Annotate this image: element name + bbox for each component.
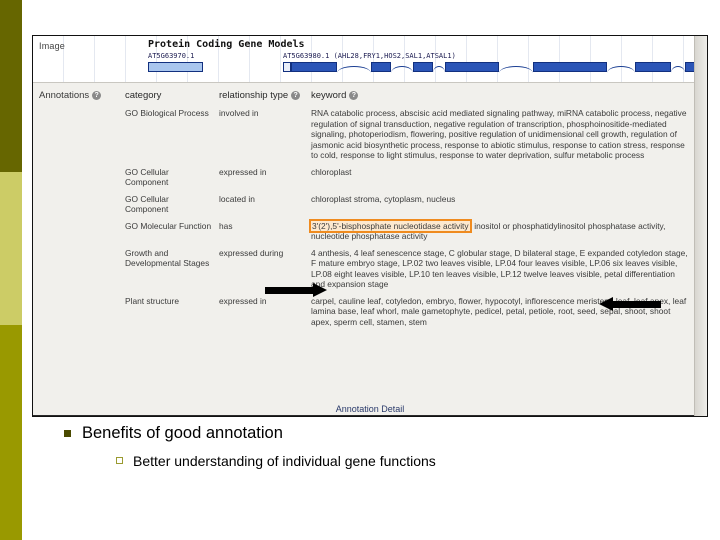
table-row: Growth and Developmental Stages expresse…	[125, 245, 695, 293]
cell-keyword[interactable]: chloroplast	[311, 164, 695, 191]
exon-block	[533, 62, 607, 72]
protein-coding-gene-models-title: Protein Coding Gene Models	[148, 39, 305, 50]
exon-block	[445, 62, 499, 72]
table-row: GO Biological Process involved in RNA ca…	[125, 105, 695, 164]
image-section-label: Image	[39, 41, 66, 51]
cell-category: Growth and Developmental Stages	[125, 247, 210, 269]
annotations-section-label: Annotations?	[39, 90, 102, 101]
annotations-table: category relationship type? keyword? GO …	[125, 88, 695, 330]
left-accent-band-middle	[0, 172, 22, 325]
left-accent-band-top	[0, 0, 22, 172]
cell-keyword[interactable]: RNA catabolic process, abscisic acid med…	[311, 105, 695, 164]
cell-relationship: involved in	[219, 108, 259, 118]
highlighted-keyword[interactable]: 3'(2'),5'-bisphosphate nucleotidase acti…	[309, 218, 472, 233]
vertical-scrollbar[interactable]	[694, 36, 707, 416]
cell-category: GO Cellular Component	[125, 193, 169, 215]
cell-relationship: has	[219, 220, 233, 231]
help-icon[interactable]: ?	[92, 91, 102, 100]
square-filled-marker-icon	[64, 430, 71, 437]
intron-line	[337, 66, 371, 73]
gene-id-left[interactable]: AT5G63970.1	[148, 52, 194, 60]
bullet-level1-text: Benefits of good annotation	[82, 424, 283, 442]
exon-block	[413, 62, 433, 72]
column-header-keyword-label: keyword	[311, 90, 347, 101]
intron-line	[433, 66, 445, 73]
annotation-detail-link[interactable]: Annotation Detail	[33, 404, 707, 414]
cell-relationship: located in	[219, 193, 255, 204]
column-header-relationship: relationship type?	[219, 88, 311, 105]
left-accent-band-bottom	[0, 325, 22, 540]
exon-block	[283, 62, 291, 72]
cell-keyword[interactable]: 3'(2'),5'-bisphosphate nucleotidase acti…	[309, 218, 695, 245]
table-row: GO Cellular Component located in chlorop…	[125, 191, 695, 218]
column-header-keyword: keyword?	[311, 88, 695, 105]
table-row: GO Cellular Component expressed in chlor…	[125, 164, 695, 191]
cell-keyword[interactable]: chloroplast stroma, cytoplasm, nucleus	[311, 191, 695, 218]
annotation-detail-divider	[33, 415, 707, 416]
callout-arrow-left-icon	[265, 283, 327, 297]
callout-arrow-right-icon	[599, 297, 661, 311]
intron-line	[499, 66, 533, 73]
cell-keyword[interactable]: carpel, cauline leaf, cotyledon, embryo,…	[311, 293, 695, 331]
cell-keyword[interactable]: 4 anthesis, 4 leaf senescence stage, C g…	[311, 245, 695, 293]
cell-relationship: expressed during	[219, 247, 284, 258]
bullet-level1: Benefits of good annotation	[64, 424, 283, 443]
cell-category: GO Biological Process	[125, 108, 209, 118]
column-header-relationship-label: relationship type	[219, 90, 289, 101]
gene-track-right[interactable]	[283, 62, 707, 73]
cell-category: GO Cellular Component	[125, 166, 169, 188]
intron-line	[671, 66, 685, 73]
screenshot-inner-area: Image Protein Coding Gene Models AT5G639…	[33, 36, 707, 416]
cell-relationship: expressed in	[219, 166, 267, 177]
annotation-screenshot-panel: Image Protein Coding Gene Models AT5G639…	[32, 35, 708, 417]
bullet-level2-text: Better understanding of individual gene …	[133, 453, 436, 469]
exon-block	[371, 62, 391, 72]
help-icon[interactable]: ?	[291, 91, 301, 100]
table-row-highlighted: GO Molecular Function has 3'(2'),5'-bisp…	[125, 218, 695, 245]
intron-line	[607, 66, 635, 73]
intron-line	[391, 66, 413, 73]
gene-id-right[interactable]: AT5G63980.1 (AHL28,FRY1,HOS2,SAL1,ATSAL1…	[283, 52, 456, 60]
annotations-label-text: Annotations	[39, 90, 90, 101]
exon-block	[148, 62, 203, 72]
help-icon[interactable]: ?	[349, 91, 359, 100]
exon-block	[635, 62, 671, 72]
cell-relationship: expressed in	[219, 295, 267, 306]
cell-category: GO Molecular Function	[125, 220, 212, 231]
bullet-level2: Better understanding of individual gene …	[116, 453, 436, 469]
column-header-category: category	[125, 88, 219, 105]
exon-block	[291, 62, 337, 72]
cell-category: Plant structure	[125, 295, 179, 306]
table-header-row: category relationship type? keyword?	[125, 88, 695, 105]
gene-track-left[interactable]	[148, 62, 203, 72]
column-header-category-label: category	[125, 90, 162, 101]
annotations-block: Annotations? category relationship type?…	[33, 83, 707, 416]
gene-model-image-row: Image Protein Coding Gene Models AT5G639…	[33, 36, 707, 83]
square-outline-marker-icon	[116, 457, 123, 464]
